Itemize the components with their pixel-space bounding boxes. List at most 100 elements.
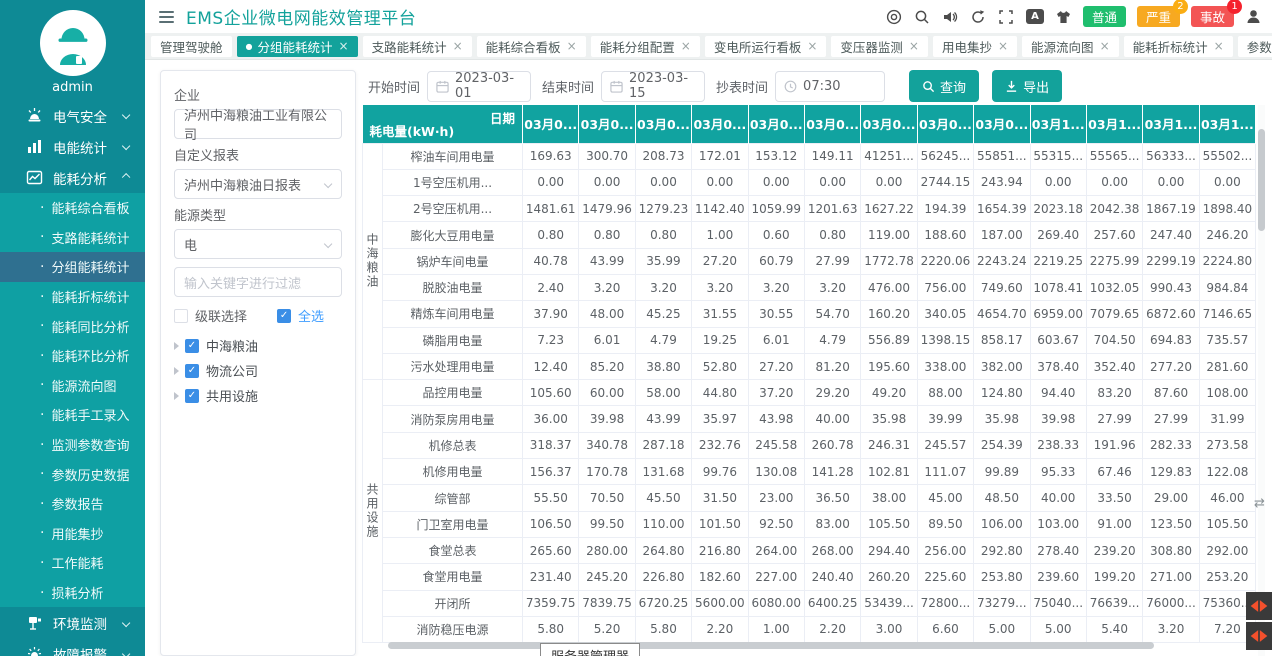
sidebar-subitem[interactable]: ·参数历史数据 xyxy=(0,459,145,489)
close-icon[interactable]: × xyxy=(998,39,1008,53)
status-chip-accident[interactable]: 事故 1 xyxy=(1191,6,1234,27)
tree-checkbox[interactable]: ✓ xyxy=(185,389,199,403)
record-target-icon[interactable] xyxy=(886,8,903,25)
sidebar-subitem[interactable]: ·工作能耗 xyxy=(0,548,145,578)
vertical-scrollbar-thumb[interactable] xyxy=(1258,129,1265,231)
tree-node[interactable]: ✓中海粮油 xyxy=(174,333,342,358)
search-icon[interactable] xyxy=(914,8,931,25)
value-cell: 1898.40 xyxy=(1199,196,1255,222)
sidebar-item[interactable]: 故障报警 xyxy=(0,638,145,656)
chevron-down-icon xyxy=(122,618,131,627)
sidebar-subitem[interactable]: ·能耗同比分析 xyxy=(0,311,145,341)
expand-caret-icon[interactable] xyxy=(174,392,179,400)
fault-alarm-icon xyxy=(26,645,43,656)
tree-checkbox[interactable]: ✓ xyxy=(185,339,199,353)
value-cell: 130.08 xyxy=(748,459,804,485)
close-icon[interactable]: × xyxy=(567,39,577,53)
close-icon[interactable]: × xyxy=(339,39,349,53)
tab-item[interactable]: 变电所运行看板× xyxy=(705,36,827,57)
close-icon[interactable]: × xyxy=(1214,39,1224,53)
sidebar-item[interactable]: 电气安全 xyxy=(0,100,145,131)
value-cell: 254.39 xyxy=(974,432,1030,458)
expand-caret-icon[interactable] xyxy=(174,342,179,350)
active-tab-dot-icon: ● xyxy=(246,42,253,51)
report-select[interactable]: 泸州中海粮油日报表 xyxy=(174,169,342,199)
sidebar-subitem[interactable]: ·损耗分析 xyxy=(0,578,145,608)
status-chip-normal[interactable]: 普通 xyxy=(1083,6,1126,27)
sidebar-subitem[interactable]: ·能耗环比分析 xyxy=(0,341,145,371)
tab-item[interactable]: 管理驾驶舱 xyxy=(151,36,232,57)
table-row: 2号空压机用...1481.611479.961279.231142.40105… xyxy=(363,196,1256,222)
sidebar-item[interactable]: 环境监测 xyxy=(0,607,145,638)
value-cell: 2.40 xyxy=(523,274,579,300)
table-row: 食堂用电量231.40245.20226.80182.60227.00240.4… xyxy=(363,564,1256,590)
select-all[interactable]: ✓ 全选 xyxy=(277,306,324,325)
sidebar-item[interactable]: 能耗分析 xyxy=(0,162,145,193)
scroll-jump-button-bottom[interactable] xyxy=(1246,622,1272,650)
font-size-icon[interactable]: A xyxy=(1026,9,1044,24)
select-all-checkbox[interactable]: ✓ xyxy=(277,309,291,323)
sidebar-subitem[interactable]: ·能源流向图 xyxy=(0,371,145,401)
sidebar-subitem[interactable]: ·用能集抄 xyxy=(0,519,145,549)
value-cell: 247.40 xyxy=(1143,222,1199,248)
volume-icon[interactable] xyxy=(942,8,959,25)
sidebar-subitem[interactable]: ·监测参数查询 xyxy=(0,430,145,460)
status-chip-severe[interactable]: 严重 2 xyxy=(1137,6,1180,27)
date-column-header: 03月0... xyxy=(523,105,579,143)
company-input[interactable]: 泸州中海粮油工业有限公司 xyxy=(174,109,342,139)
fullscreen-icon[interactable] xyxy=(998,8,1015,25)
close-icon[interactable]: × xyxy=(453,39,463,53)
refresh-icon[interactable] xyxy=(970,8,987,25)
sidebar-subitem[interactable]: ·支路能耗统计 xyxy=(0,223,145,253)
tab-item[interactable]: 能耗折标统计× xyxy=(1124,36,1233,57)
scroll-jump-button-top[interactable] xyxy=(1246,592,1272,620)
sidebar-subitem[interactable]: ·能耗综合看板 xyxy=(0,193,145,223)
avatar[interactable] xyxy=(40,10,106,76)
value-cell: 476.00 xyxy=(861,274,917,300)
cascade-checkbox[interactable] xyxy=(174,309,188,323)
export-button[interactable]: 导出 xyxy=(992,70,1062,102)
value-cell: 1654.39 xyxy=(974,196,1030,222)
energy-type-select[interactable]: 电 xyxy=(174,229,342,259)
horizontal-scrollbar-thumb[interactable] xyxy=(388,642,1154,649)
end-date-input[interactable]: 2023-03-15 xyxy=(601,71,705,102)
close-icon[interactable]: × xyxy=(1100,39,1110,53)
expand-caret-icon[interactable] xyxy=(174,367,179,375)
sidebar-subitem[interactable]: ·分组能耗统计 xyxy=(0,252,145,282)
close-icon[interactable]: × xyxy=(807,39,817,53)
sidebar-subitem[interactable]: ·能耗手工录入 xyxy=(0,400,145,430)
tab-item[interactable]: 能源流向图× xyxy=(1022,36,1119,57)
column-adjust-icon[interactable]: ⇄ xyxy=(1254,496,1265,511)
close-icon[interactable]: × xyxy=(909,39,919,53)
sidebar-subitem[interactable]: ·能耗折标统计 xyxy=(0,282,145,312)
server-manager-button[interactable]: 服务器管理器 xyxy=(540,643,640,656)
tree-checkbox[interactable]: ✓ xyxy=(185,364,199,378)
hamburger-icon[interactable] xyxy=(159,8,174,26)
vertical-scrollbar[interactable] xyxy=(1258,105,1265,656)
tab-item[interactable]: 能耗分组配置× xyxy=(591,36,700,57)
tab-item[interactable]: 能耗综合看板× xyxy=(477,36,586,57)
value-cell: 225.60 xyxy=(917,564,973,590)
tree-node[interactable]: ✓共用设施 xyxy=(174,383,342,408)
tab-item[interactable]: 参数报告× xyxy=(1238,36,1272,57)
value-cell: 256.00 xyxy=(917,537,973,563)
close-icon[interactable]: × xyxy=(681,39,691,53)
value-cell: 264.00 xyxy=(748,537,804,563)
horizontal-scrollbar[interactable] xyxy=(366,642,1252,649)
meter-time-input[interactable]: 07:30 xyxy=(775,71,885,102)
query-button[interactable]: 查询 xyxy=(909,70,979,102)
user-icon[interactable] xyxy=(1245,8,1262,25)
tree-node[interactable]: ✓物流公司 xyxy=(174,358,342,383)
tree-filter-input[interactable]: 输入关键字进行过滤 xyxy=(174,267,342,297)
sidebar-subitem[interactable]: ·参数报告 xyxy=(0,489,145,519)
tab-item[interactable]: ●分组能耗统计× xyxy=(237,36,358,57)
value-cell: 5.00 xyxy=(974,616,1030,642)
tab-item[interactable]: 支路能耗统计× xyxy=(363,36,472,57)
tab-item[interactable]: 变压器监测× xyxy=(831,36,928,57)
table-row: 膨化大豆用电量0.800.800.801.000.600.80119.00188… xyxy=(363,222,1256,248)
tab-bar: 管理驾驶舱●分组能耗统计×支路能耗统计×能耗综合看板×能耗分组配置×变电所运行看… xyxy=(145,33,1272,60)
sidebar-item[interactable]: 电能统计 xyxy=(0,131,145,162)
tab-item[interactable]: 用电集抄× xyxy=(933,36,1017,57)
theme-shirt-icon[interactable] xyxy=(1055,8,1072,25)
start-date-input[interactable]: 2023-03-01 xyxy=(427,71,531,102)
